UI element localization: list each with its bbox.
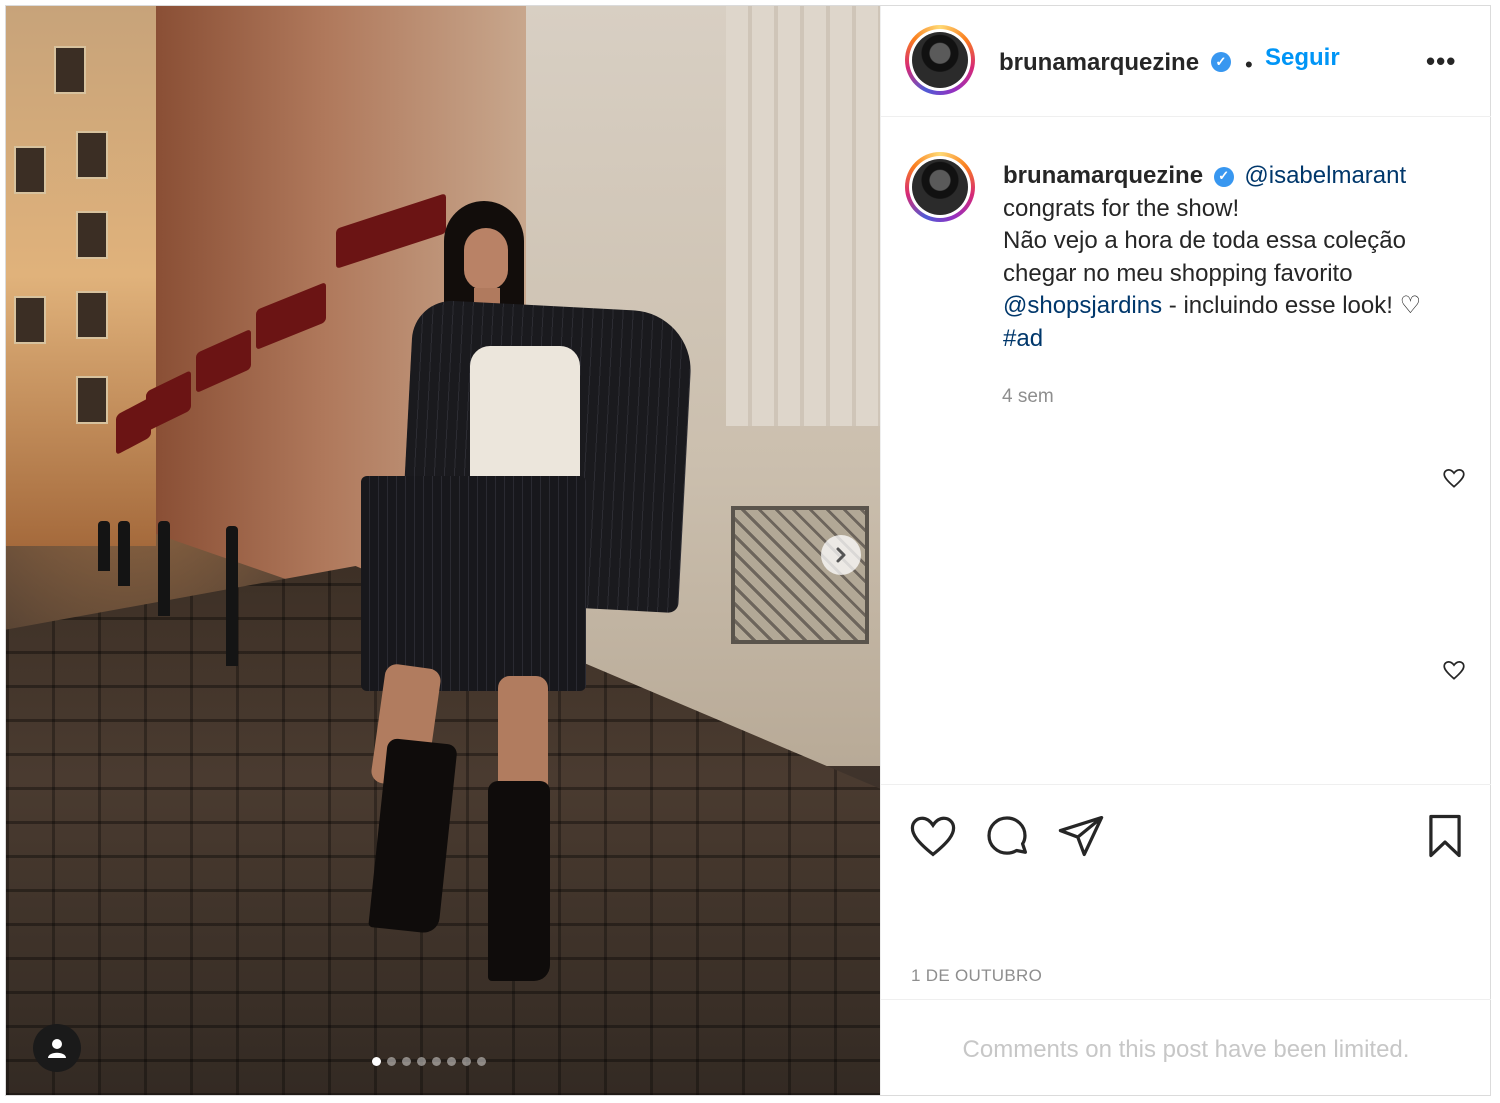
caption-avatar[interactable] — [905, 152, 975, 222]
pinstripe-shorts — [361, 476, 586, 691]
caption-line: chegar no meu shopping favorito — [1003, 259, 1353, 287]
comments-section: Comments on this post have been limited. — [881, 999, 1491, 1096]
caption-line: - incluindo esse look! ♡ — [1162, 292, 1422, 319]
caption-line: Não vejo a hora de toda essa coleção — [1003, 227, 1406, 254]
cowboy-boot — [488, 781, 550, 981]
white-top — [470, 346, 580, 486]
carousel-dot — [372, 1057, 381, 1066]
bookmark-icon — [1429, 814, 1461, 858]
post-caption: brunamarquezine ✓ @isabelmarant congrats… — [1003, 160, 1463, 355]
heart-icon — [910, 816, 956, 857]
paper-plane-icon — [1058, 815, 1104, 857]
carousel-dot — [432, 1057, 441, 1066]
bollard — [98, 521, 110, 571]
share-button[interactable] — [1055, 810, 1107, 862]
post-actions-bar — [881, 784, 1491, 995]
header-separator: • — [1245, 52, 1253, 77]
window-shutter — [726, 6, 880, 426]
bollard — [226, 526, 238, 666]
comment-like-button[interactable] — [1441, 465, 1467, 491]
carousel-dot — [462, 1057, 471, 1066]
user-icon — [48, 1039, 66, 1058]
tagged-users-button[interactable] — [33, 1024, 81, 1072]
next-slide-button[interactable] — [821, 535, 861, 575]
chevron-right-icon — [836, 547, 846, 563]
model-face — [464, 228, 508, 290]
more-options-button[interactable]: ••• — [1426, 46, 1456, 77]
hashtag-link[interactable]: #ad — [1003, 323, 1463, 356]
comment-like-button[interactable] — [1441, 657, 1467, 683]
caption-timestamp[interactable]: 4 sem — [1002, 386, 1054, 408]
carousel-dot — [417, 1057, 426, 1066]
post-side-panel: brunamarquezine ✓ • Seguir ••• brunamarq… — [880, 6, 1491, 1095]
like-button[interactable] — [907, 810, 959, 862]
carousel-dot — [447, 1057, 456, 1066]
comment-button[interactable] — [981, 810, 1033, 862]
carousel-dot — [387, 1057, 396, 1066]
post-photo[interactable] — [6, 6, 880, 1095]
header-username[interactable]: brunamarquezine — [999, 49, 1199, 77]
bollard — [158, 521, 170, 616]
comments-limited-notice: Comments on this post have been limited. — [962, 1036, 1410, 1063]
save-button[interactable] — [1419, 810, 1471, 862]
window-grate — [731, 506, 869, 644]
comment-icon — [987, 816, 1028, 855]
bollard — [118, 521, 130, 586]
caption-username[interactable]: brunamarquezine — [1003, 162, 1203, 189]
post-dialog: brunamarquezine ✓ • Seguir ••• brunamarq… — [5, 5, 1491, 1096]
carousel-indicator — [372, 1057, 486, 1066]
heart-icon — [1443, 469, 1465, 488]
carousel-dot — [402, 1057, 411, 1066]
caption-line: congrats for the show! — [1003, 194, 1240, 222]
follow-button[interactable]: Seguir — [1265, 44, 1340, 72]
verified-badge-icon: ✓ — [1211, 52, 1231, 72]
mention-link[interactable]: @shopsjardins — [1003, 292, 1162, 319]
carousel-dot — [477, 1057, 486, 1066]
mention-link[interactable]: @isabelmarant — [1244, 162, 1406, 189]
heart-icon — [1443, 661, 1465, 680]
building-left — [6, 6, 156, 546]
avatar[interactable] — [905, 25, 975, 95]
post-header: brunamarquezine ✓ • Seguir ••• — [881, 6, 1491, 117]
model-leg — [498, 676, 548, 796]
post-date[interactable]: 1 DE OUTUBRO — [911, 966, 1042, 986]
verified-badge-icon: ✓ — [1213, 166, 1234, 187]
